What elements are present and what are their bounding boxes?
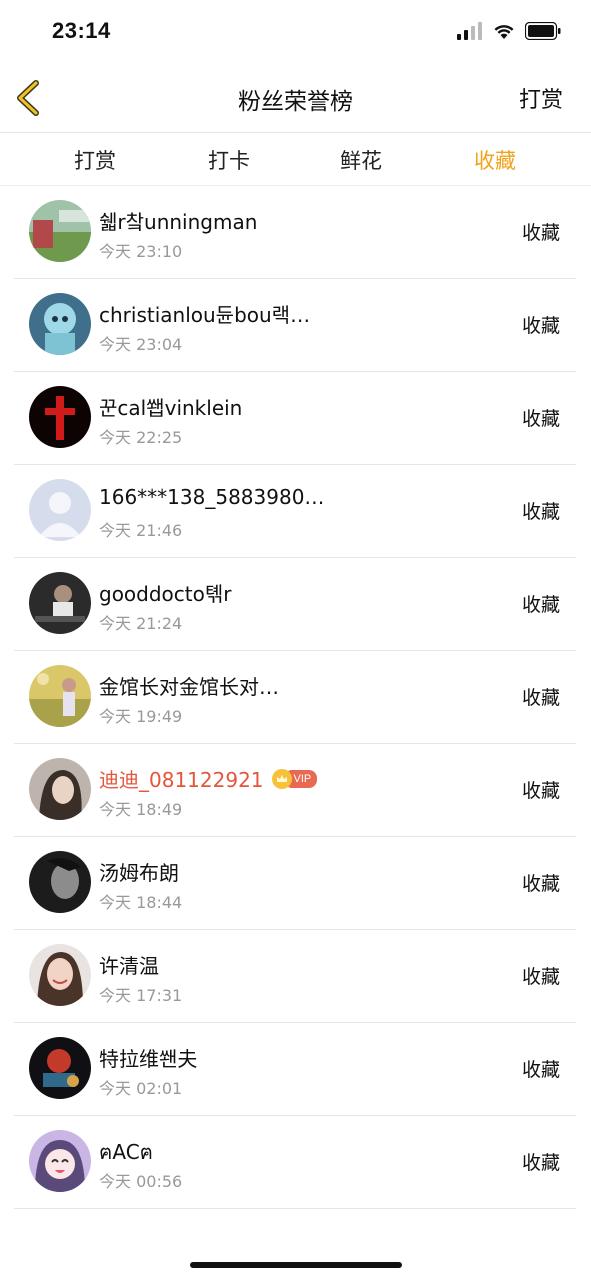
timestamp: 今天 22:25 — [99, 428, 183, 447]
list-item[interactable]: 쉛r챀unningman 今天 23:10 收藏 — [14, 186, 576, 279]
vip-badge: VIP — [271, 768, 318, 789]
home-indicator — [190, 1262, 402, 1268]
vip-user-name: 迪迪_081122921 — [99, 768, 264, 792]
user-name: 汤姆布朗 — [99, 861, 179, 885]
list-item[interactable]: 许清温 今天 17:31 收藏 — [14, 930, 576, 1023]
user-name: 特拉维쐔夫 — [99, 1047, 198, 1071]
avatar — [29, 293, 91, 355]
action-label: 收藏 — [521, 501, 560, 523]
user-name: 쉛r챀unningman — [99, 210, 258, 234]
list-item[interactable]: 166***138_5883980… 今天 21:46 收藏 — [14, 465, 576, 558]
user-name: ฅACฅ — [99, 1140, 154, 1164]
action-label: 收藏 — [521, 594, 560, 616]
user-name: 迪迪_081122921 VIP — [99, 764, 318, 793]
reward-button[interactable]: 打赏 — [519, 82, 563, 114]
timestamp: 今天 02:01 — [99, 1079, 183, 1098]
action-label: 收藏 — [521, 780, 560, 802]
user-name: 许清温 — [99, 954, 159, 978]
tab-reward[interactable]: 打赏 — [50, 145, 140, 175]
list-item[interactable]: ฅACฅ 今天 00:56 收藏 — [14, 1116, 576, 1209]
timestamp: 今天 23:04 — [99, 335, 183, 354]
list-item[interactable]: gooddocto톆r 今天 21:24 收藏 — [14, 558, 576, 651]
tab-favorites[interactable]: 收藏 — [450, 145, 540, 175]
timestamp: 今天 17:31 — [99, 986, 183, 1005]
action-label: 收藏 — [521, 966, 560, 988]
tab-bar: 打赏 打卡 鲜花 收藏 — [0, 133, 591, 186]
status-icons — [457, 21, 561, 44]
user-name: gooddocto톆r — [99, 582, 232, 606]
avatar — [29, 851, 91, 913]
list-item[interactable]: 迪迪_081122921 VIP 今天 18:49 收藏 — [14, 744, 576, 837]
action-label: 收藏 — [521, 1152, 560, 1174]
avatar — [29, 200, 91, 262]
list-item[interactable]: christianlou듄bou랙… 今天 23:04 收藏 — [14, 279, 576, 372]
timestamp: 今天 19:49 — [99, 707, 183, 726]
nav-bar: 粉丝荣誉榜 打赏 — [0, 64, 591, 133]
user-name: 꾼cal쐡vinklein — [99, 396, 243, 420]
user-name: 166***138_5883980… — [99, 485, 325, 509]
tab-flowers[interactable]: 鲜花 — [316, 145, 406, 175]
timestamp: 今天 21:46 — [99, 521, 183, 540]
list-item[interactable]: 汤姆布朗 今天 18:44 收藏 — [14, 837, 576, 930]
action-label: 收藏 — [521, 315, 560, 337]
action-label: 收藏 — [521, 1059, 560, 1081]
action-label: 收藏 — [521, 408, 560, 430]
action-label: 收藏 — [521, 222, 560, 244]
avatar — [29, 665, 91, 727]
list-item[interactable]: 特拉维쐔夫 今天 02:01 收藏 — [14, 1023, 576, 1116]
page-title: 粉丝荣誉榜 — [238, 89, 353, 115]
battery-icon — [524, 21, 561, 44]
avatar — [29, 572, 91, 634]
wifi-icon — [493, 22, 515, 44]
list-item[interactable]: 꾼cal쐡vinklein 今天 22:25 收藏 — [14, 372, 576, 465]
avatar — [29, 479, 91, 541]
timestamp: 今天 21:24 — [99, 614, 183, 633]
avatar — [29, 944, 91, 1006]
list-item[interactable]: 金馆长对金馆长对… 今天 19:49 收藏 — [14, 651, 576, 744]
action-label: 收藏 — [521, 873, 560, 895]
status-time: 23:14 — [52, 18, 111, 43]
user-name: christianlou듄bou랙… — [99, 303, 311, 327]
avatar — [29, 386, 91, 448]
timestamp: 今天 18:49 — [99, 800, 183, 819]
avatar — [29, 1037, 91, 1099]
user-name: 金馆长对金馆长对… — [99, 675, 279, 699]
timestamp: 今天 00:56 — [99, 1172, 183, 1191]
timestamp: 今天 23:10 — [99, 242, 183, 261]
avatar — [29, 1130, 91, 1192]
crown-icon — [271, 768, 292, 789]
action-label: 收藏 — [521, 687, 560, 709]
fan-list: 쉛r챀unningman 今天 23:10 收藏 christianlou듄bo… — [0, 186, 591, 1209]
timestamp: 今天 18:44 — [99, 893, 183, 912]
avatar — [29, 758, 91, 820]
status-bar: 23:14 — [0, 0, 591, 64]
tab-checkin[interactable]: 打卡 — [184, 145, 274, 175]
signal-icon — [457, 22, 483, 44]
